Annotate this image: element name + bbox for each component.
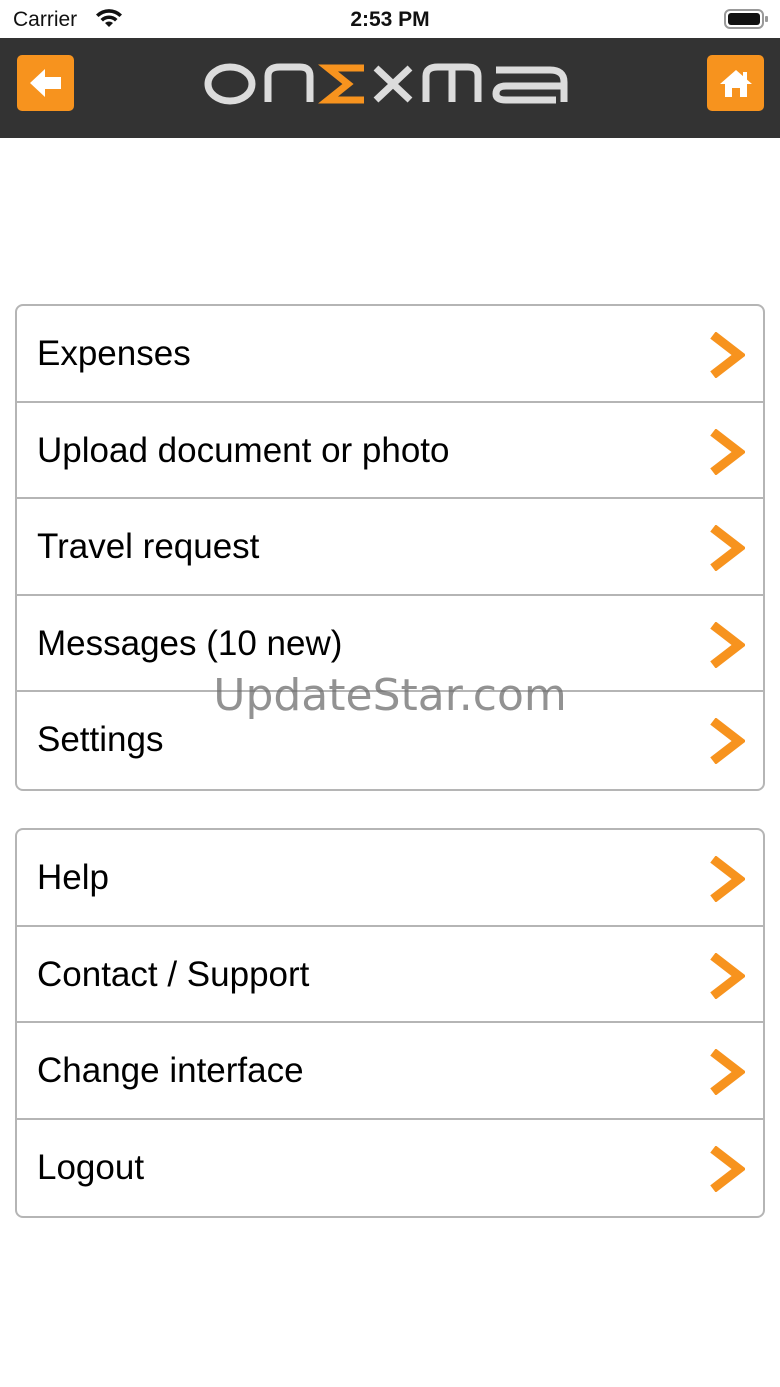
battery-icon bbox=[724, 9, 768, 29]
menu-item-label: Change interface bbox=[37, 1051, 304, 1090]
app-logo bbox=[200, 52, 580, 114]
chevron-right-icon bbox=[710, 1049, 745, 1095]
chevron-right-icon bbox=[710, 718, 745, 764]
menu-item-upload-document[interactable]: Upload document or photo bbox=[17, 403, 763, 499]
menu-item-change-interface[interactable]: Change interface bbox=[17, 1023, 763, 1120]
menu-item-label: Logout bbox=[37, 1147, 145, 1187]
chevron-right-icon bbox=[710, 428, 745, 475]
home-icon bbox=[719, 70, 752, 97]
menu-item-settings[interactable]: Settings bbox=[17, 692, 763, 789]
back-button[interactable] bbox=[17, 55, 74, 111]
menu-item-label: Expenses bbox=[37, 334, 191, 373]
menu-item-messages[interactable]: Messages (10 new) bbox=[17, 596, 763, 692]
chevron-right-icon bbox=[710, 952, 745, 999]
menu-item-logout[interactable]: Logout bbox=[17, 1120, 763, 1217]
menu-item-label: Settings bbox=[37, 720, 164, 759]
chevron-right-icon bbox=[710, 856, 745, 902]
menu-item-help[interactable]: Help bbox=[17, 830, 763, 927]
status-time: 2:53 PM bbox=[350, 8, 430, 31]
menu-item-expenses[interactable]: Expenses bbox=[17, 306, 763, 403]
menu-item-label: Travel request bbox=[37, 527, 260, 566]
onexma-logo bbox=[204, 63, 568, 105]
chevron-right-icon bbox=[710, 332, 745, 378]
status-bar: Carrier 2:53 PM bbox=[0, 0, 780, 38]
menu-item-travel-request[interactable]: Travel request bbox=[17, 499, 763, 596]
header-bar bbox=[0, 38, 780, 138]
main-menu-group: Expenses Upload document or photo Travel… bbox=[15, 304, 765, 791]
arrow-left-icon bbox=[29, 69, 61, 97]
menu-item-label: Help bbox=[37, 858, 109, 897]
chevron-right-icon bbox=[710, 1145, 745, 1192]
chevron-right-icon bbox=[710, 621, 745, 668]
home-button[interactable] bbox=[707, 55, 764, 111]
menu-item-label: Messages (10 new) bbox=[37, 623, 343, 663]
menu-item-contact-support[interactable]: Contact / Support bbox=[17, 927, 763, 1023]
chevron-right-icon bbox=[710, 525, 745, 571]
menu-item-label: Upload document or photo bbox=[37, 430, 450, 470]
secondary-menu-group: Help Contact / Support Change interface … bbox=[15, 828, 765, 1218]
menu-item-label: Contact / Support bbox=[37, 954, 310, 994]
